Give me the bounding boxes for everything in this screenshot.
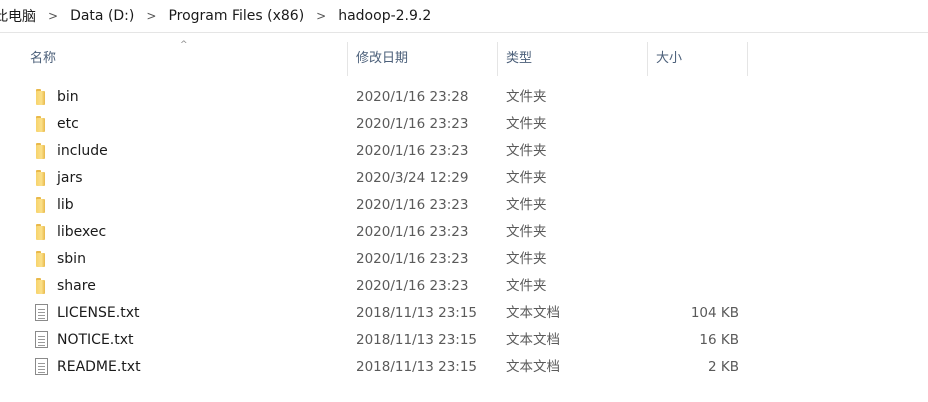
- file-date-modified: 2020/1/16 23:23: [356, 224, 469, 240]
- column-header-size[interactable]: 大小: [648, 42, 748, 76]
- file-size: 2 KB: [708, 359, 739, 375]
- column-header-type[interactable]: 类型: [498, 42, 648, 76]
- file-date-modified: 2018/11/13 23:15: [356, 332, 478, 348]
- breadcrumb-current-folder[interactable]: hadoop-2.9.2: [338, 8, 431, 24]
- file-size: [648, 111, 739, 138]
- file-row[interactable]: sbin 2020/1/16 23:23 文件夹: [0, 246, 928, 273]
- column-header-name[interactable]: 名称: [22, 42, 348, 76]
- file-date-modified: 2020/1/16 23:28: [356, 89, 469, 105]
- file-date-modified: 2018/11/13 23:15: [356, 305, 478, 321]
- file-row[interactable]: README.txt 2018/11/13 23:15 文本文档 2 KB: [0, 354, 928, 381]
- file-size: [648, 192, 739, 219]
- file-date-modified: 2020/1/16 23:23: [356, 143, 469, 159]
- breadcrumb-separator-icon[interactable]: >: [48, 9, 58, 23]
- folder-icon: [34, 277, 48, 295]
- file-row[interactable]: bin 2020/1/16 23:28 文件夹: [0, 84, 928, 111]
- file-size: 104 KB: [690, 305, 739, 321]
- file-type: 文件夹: [506, 170, 547, 186]
- file-name: libexec: [57, 224, 107, 240]
- file-date-modified: 2020/1/16 23:23: [356, 251, 469, 267]
- breadcrumb-separator-icon[interactable]: >: [146, 9, 156, 23]
- file-type: 文件夹: [506, 278, 547, 294]
- file-type: 文件夹: [506, 224, 547, 240]
- file-date-modified: 2020/1/16 23:23: [356, 197, 469, 213]
- file-date-modified: 2020/1/16 23:23: [356, 116, 469, 132]
- file-explorer-window: 此电脑 > Data (D:) > Program Files (x86) > …: [0, 0, 928, 402]
- file-date-modified: 2020/1/16 23:23: [356, 278, 469, 294]
- file-size: [648, 219, 739, 246]
- breadcrumb-this-pc[interactable]: 此电脑: [0, 6, 36, 26]
- file-name: README.txt: [57, 359, 141, 375]
- folder-icon: [34, 88, 48, 106]
- file-date-modified: 2020/3/24 12:29: [356, 170, 469, 186]
- file-row[interactable]: include 2020/1/16 23:23 文件夹: [0, 138, 928, 165]
- file-name: sbin: [57, 251, 86, 267]
- file-name: bin: [57, 89, 79, 105]
- breadcrumb-data-drive[interactable]: Data (D:): [70, 8, 134, 24]
- file-size: 16 KB: [699, 332, 739, 348]
- file-name: lib: [57, 197, 74, 213]
- folder-icon: [34, 250, 48, 268]
- file-type: 文件夹: [506, 116, 547, 132]
- text-file-icon: [35, 331, 48, 348]
- file-row[interactable]: NOTICE.txt 2018/11/13 23:15 文本文档 16 KB: [0, 327, 928, 354]
- file-row[interactable]: LICENSE.txt 2018/11/13 23:15 文本文档 104 KB: [0, 300, 928, 327]
- file-type: 文本文档: [506, 332, 560, 348]
- breadcrumb-program-files[interactable]: Program Files (x86): [168, 8, 304, 24]
- file-type: 文件夹: [506, 143, 547, 159]
- file-list: bin 2020/1/16 23:28 文件夹 etc 2020/1/16 23:23 文…: [0, 84, 928, 381]
- file-name: share: [57, 278, 96, 294]
- file-name: etc: [57, 116, 79, 132]
- text-file-icon: [35, 358, 48, 375]
- folder-icon: [34, 142, 48, 160]
- file-type: 文本文档: [506, 359, 560, 375]
- file-row[interactable]: lib 2020/1/16 23:23 文件夹: [0, 192, 928, 219]
- file-name: LICENSE.txt: [57, 305, 140, 321]
- file-size: [648, 138, 739, 165]
- file-name: NOTICE.txt: [57, 332, 134, 348]
- file-date-modified: 2018/11/13 23:15: [356, 359, 478, 375]
- file-size: [648, 84, 739, 111]
- folder-icon: [34, 196, 48, 214]
- file-row[interactable]: etc 2020/1/16 23:23 文件夹: [0, 111, 928, 138]
- file-size: [648, 273, 739, 300]
- file-type: 文本文档: [506, 305, 560, 321]
- file-row[interactable]: libexec 2020/1/16 23:23 文件夹: [0, 219, 928, 246]
- breadcrumb-separator-icon[interactable]: >: [316, 9, 326, 23]
- column-header-row: 名称 修改日期 类型 大小: [0, 42, 928, 76]
- file-row[interactable]: share 2020/1/16 23:23 文件夹: [0, 273, 928, 300]
- file-row[interactable]: jars 2020/3/24 12:29 文件夹: [0, 165, 928, 192]
- file-size: [648, 246, 739, 273]
- file-name: include: [57, 143, 108, 159]
- folder-icon: [34, 223, 48, 241]
- text-file-icon: [35, 304, 48, 321]
- file-size: [648, 165, 739, 192]
- file-type: 文件夹: [506, 89, 547, 105]
- column-header-date-modified[interactable]: 修改日期: [348, 42, 498, 76]
- file-type: 文件夹: [506, 197, 547, 213]
- file-name: jars: [57, 170, 83, 186]
- folder-icon: [34, 169, 48, 187]
- address-bar[interactable]: 此电脑 > Data (D:) > Program Files (x86) > …: [0, 0, 928, 33]
- file-type: 文件夹: [506, 251, 547, 267]
- folder-icon: [34, 115, 48, 133]
